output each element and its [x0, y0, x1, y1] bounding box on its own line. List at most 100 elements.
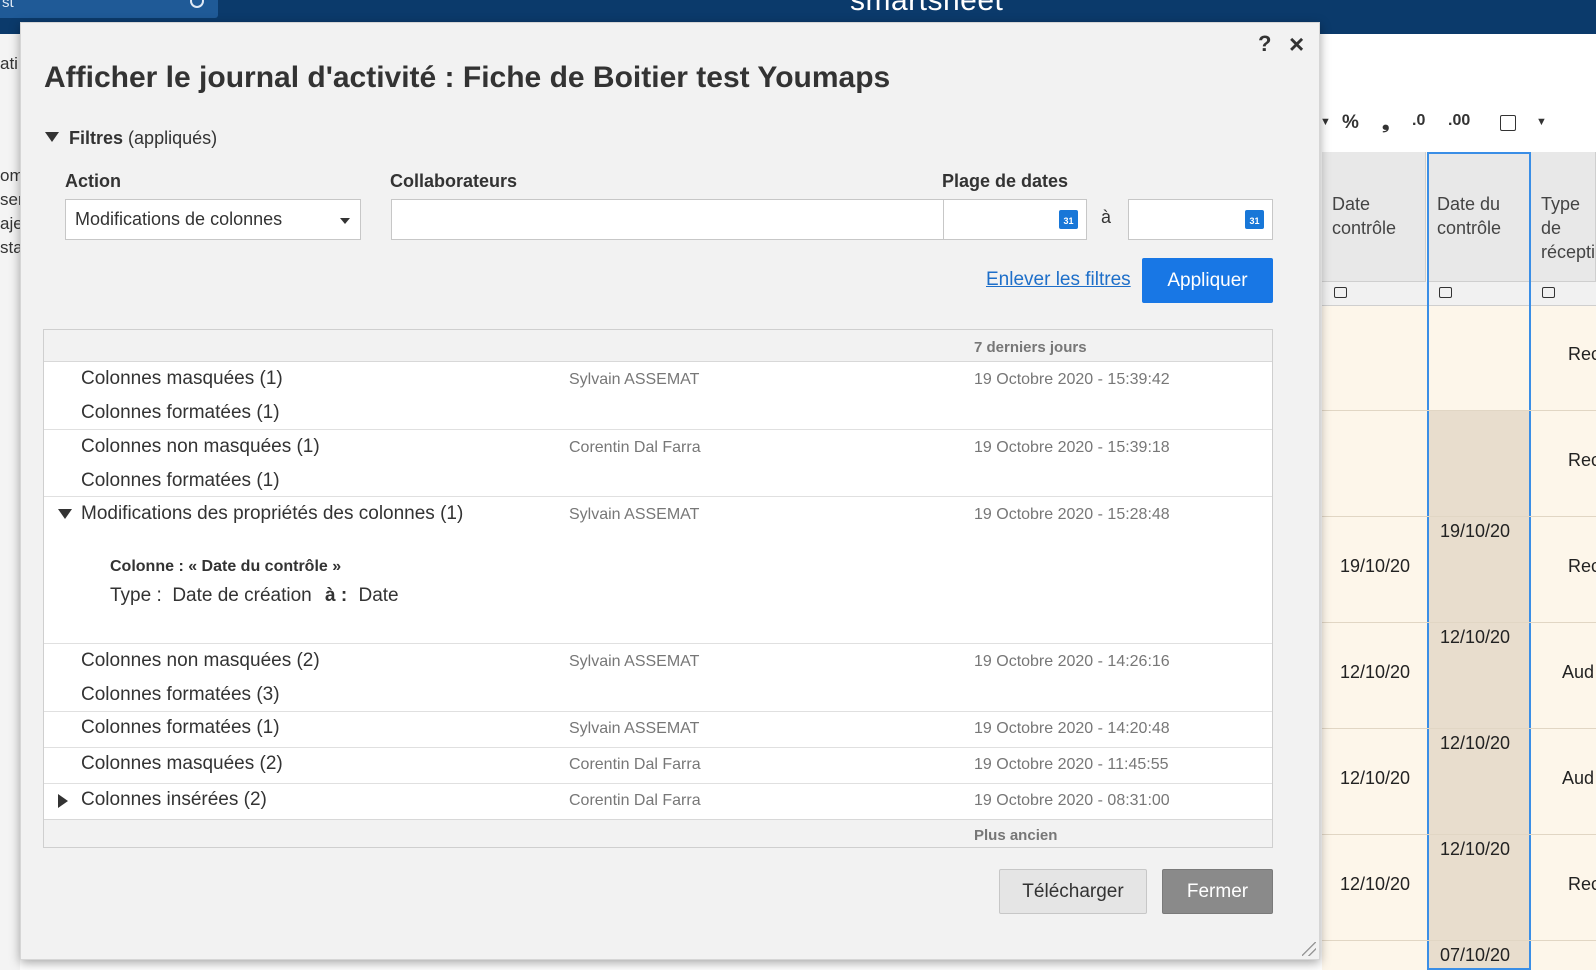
grid-cell[interactable]: 12/10/20: [1340, 662, 1410, 683]
log-entry[interactable]: Colonnes non masquées (2) Colonnes forma…: [44, 644, 1272, 712]
grid-cell[interactable]: 12/10/20: [1440, 627, 1510, 648]
dropdown-arrow-icon[interactable]: ▼: [1320, 116, 1331, 128]
detail-from: Date de création: [172, 585, 312, 606]
percent-icon[interactable]: %: [1342, 112, 1359, 134]
entry-user: Sylvain ASSEMAT: [569, 371, 700, 388]
grid-cell[interactable]: 12/10/20: [1440, 733, 1510, 754]
decrease-decimal-icon[interactable]: .0: [1412, 112, 1425, 130]
entry-action: Colonnes non masquées (1): [81, 436, 320, 457]
collaborators-label: Collaborateurs: [390, 171, 518, 191]
entry-time: 19 Octobre 2020 - 15:39:18: [974, 439, 1170, 456]
column-title: Type de: [1541, 194, 1581, 238]
calendar-icon[interactable]: 31: [1059, 210, 1078, 229]
row-divider: [1322, 622, 1596, 623]
row-divider: [1322, 516, 1596, 517]
apply-button[interactable]: Appliquer: [1142, 258, 1273, 303]
log-entry-collapsed[interactable]: Colonnes insérées (2) Corentin Dal Farra…: [44, 784, 1272, 820]
grid-cell[interactable]: 12/10/20: [1340, 768, 1410, 789]
grid-cell[interactable]: 19/10/20: [1440, 521, 1510, 542]
search-box[interactable]: st: [0, 0, 218, 18]
close-icon[interactable]: ×: [1289, 29, 1304, 60]
grid-cell[interactable]: 12/10/20: [1340, 874, 1410, 895]
left-edge-text: ati: [0, 54, 18, 73]
entry-action: Colonnes masquées (2): [81, 753, 283, 774]
grid-cell[interactable]: Aud: [1562, 768, 1594, 789]
clear-filters-link[interactable]: Enlever les filtres: [986, 269, 1131, 291]
close-button[interactable]: Fermer: [1162, 869, 1273, 914]
log-entry[interactable]: Colonnes formatées (1) Sylvain ASSEMAT 1…: [44, 712, 1272, 748]
collaborators-input[interactable]: [391, 199, 944, 240]
expand-triangle-icon: [45, 132, 59, 142]
format-toolbar: ▼ % ❟ .0 .00 ▼: [1320, 112, 1596, 146]
detail-to-label: à :: [325, 585, 348, 606]
sheet-left-edge: ati om ser aje sta: [0, 34, 24, 970]
entry-user: Sylvain ASSEMAT: [569, 506, 700, 523]
column-header-type-reception[interactable]: Type de récepti: [1531, 152, 1596, 282]
row-divider: [1322, 410, 1596, 411]
grid-cell[interactable]: Aud: [1562, 662, 1594, 683]
calendar-icon[interactable]: [1500, 115, 1516, 131]
grid-cell[interactable]: Rece: [1568, 450, 1596, 471]
detail-heading: Colonne : « Date du contrôle »: [110, 558, 342, 575]
lock-icon[interactable]: [1542, 287, 1555, 298]
action-label: Action: [65, 171, 121, 191]
entry-time: 19 Octobre 2020 - 08:31:00: [974, 792, 1170, 809]
entry-user: Corentin Dal Farra: [569, 792, 701, 809]
entry-action: Colonnes insérées (2): [81, 789, 267, 810]
grid-cell[interactable]: Rece: [1568, 556, 1596, 577]
entry-action: Colonnes formatées (1): [81, 717, 280, 738]
entry-time: 19 Octobre 2020 - 15:39:42: [974, 371, 1170, 388]
entry-time: 19 Octobre 2020 - 15:28:48: [974, 506, 1170, 523]
entry-action: Colonnes masquées (1): [81, 368, 283, 389]
column-title: récepti: [1541, 242, 1596, 262]
chevron-down-icon: [340, 218, 350, 224]
log-entry[interactable]: Colonnes non masquées (1) Colonnes forma…: [44, 430, 1272, 497]
log-entry[interactable]: Colonnes masquées (1) Colonnes formatées…: [44, 362, 1272, 430]
help-icon[interactable]: ?: [1258, 31, 1271, 57]
search-icon[interactable]: [190, 0, 204, 8]
log-entry[interactable]: Colonnes masquées (2) Corentin Dal Farra…: [44, 748, 1272, 784]
activity-log-dialog: ? × Afficher le journal d'activité : Fic…: [20, 22, 1320, 960]
grid-cell[interactable]: Rece: [1568, 344, 1596, 365]
resize-handle-icon[interactable]: [1302, 942, 1316, 956]
entry-action: Colonnes formatées (3): [81, 684, 280, 705]
entry-user: Sylvain ASSEMAT: [569, 720, 700, 737]
entry-action: Colonnes non masquées (2): [81, 650, 320, 671]
action-select-value: Modifications de colonnes: [75, 209, 283, 229]
grid-cell[interactable]: 19/10/20: [1340, 556, 1410, 577]
date-range-label: Plage de dates: [942, 171, 1069, 191]
entry-user: Sylvain ASSEMAT: [569, 653, 700, 670]
row-divider: [1322, 834, 1596, 835]
increase-decimal-icon[interactable]: .00: [1448, 112, 1470, 130]
column-title: Date: [1332, 194, 1371, 214]
group-label: Plus ancien: [974, 827, 1058, 844]
log-entry-expanded[interactable]: Modifications des propriétés des colonne…: [44, 497, 1272, 644]
group-header: 7 derniers jours: [44, 330, 1272, 362]
grid-cell[interactable]: Rece: [1568, 874, 1596, 895]
column-header-date-controle[interactable]: Date contrôle: [1322, 152, 1426, 282]
grid-cell[interactable]: 12/10/20: [1440, 839, 1510, 860]
calendar-icon[interactable]: 31: [1245, 210, 1264, 229]
entry-user: Corentin Dal Farra: [569, 756, 701, 773]
brand-logo: smartsheet: [850, 0, 1004, 17]
expand-triangle-icon[interactable]: [58, 794, 78, 813]
group-footer: Plus ancien: [44, 819, 1272, 847]
search-text: st: [2, 0, 14, 11]
lock-icon[interactable]: [1334, 287, 1347, 298]
grid-cell[interactable]: 07/10/20: [1440, 945, 1510, 966]
dialog-title: Afficher le journal d'activité : Fiche d…: [44, 61, 891, 94]
activity-log-list: 7 derniers jours Colonnes masquées (1) C…: [43, 329, 1273, 848]
comma-icon[interactable]: ❟: [1382, 112, 1389, 134]
column-title: contrôle: [1332, 218, 1397, 238]
collapse-triangle-icon[interactable]: [58, 508, 82, 526]
dropdown-arrow-icon[interactable]: ▼: [1536, 116, 1547, 128]
row-divider: [1322, 940, 1596, 941]
entry-time: 19 Octobre 2020 - 11:45:55: [974, 756, 1169, 773]
detail-to: Date: [358, 585, 399, 606]
filters-state: (appliqués): [128, 128, 218, 148]
action-select[interactable]: Modifications de colonnes: [65, 199, 361, 240]
download-button[interactable]: Télécharger: [999, 869, 1147, 914]
date-to-input[interactable]: 31: [1128, 199, 1273, 240]
filters-toggle[interactable]: Filtres (appliqués): [45, 128, 217, 149]
date-from-input[interactable]: 31: [943, 199, 1087, 240]
